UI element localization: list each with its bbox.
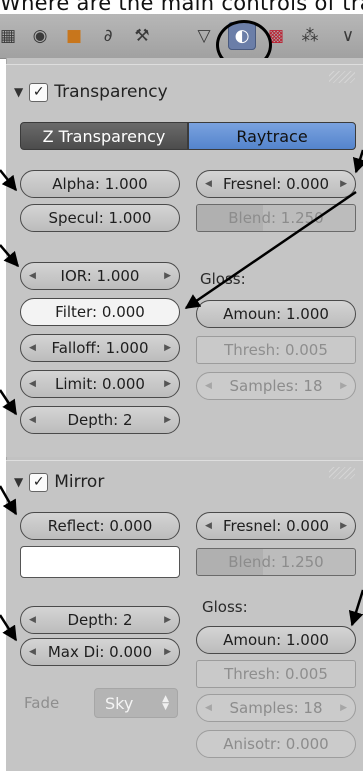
transparency-fresnel-field[interactable]: ◀ Fresnel: 0.000 ▶	[196, 170, 356, 198]
collapse-triangle-icon: ▼	[14, 85, 24, 99]
transparency-header[interactable]: ▼ ✓ Transparency	[14, 80, 168, 104]
mirror-color-swatch[interactable]	[20, 546, 180, 578]
mirror-gloss-anisotropy-value: Anisotr: 0.000	[223, 735, 329, 753]
mirror-blend-slider[interactable]: Blend: 1.250	[196, 548, 356, 576]
alpha-field[interactable]: Alpha: 1.000	[20, 170, 180, 198]
specular-value: Specul: 1.000	[48, 209, 152, 227]
mirror-gloss-label: Gloss:	[202, 598, 248, 616]
physics-icon[interactable]: ∨	[334, 22, 362, 50]
object-icon[interactable]: ■	[60, 22, 88, 50]
transparency-depth-value: Depth: 2	[67, 411, 133, 429]
increment-arrow-icon[interactable]: ▶	[164, 271, 171, 281]
decrement-arrow-icon[interactable]: ◀	[205, 179, 212, 189]
transparency-gloss-label: Gloss:	[200, 270, 246, 288]
properties-context-toolbar: ▦ ◉ ■ ∂ ⚒ ▽ ◐ ▩ ⁂ ∨	[0, 14, 363, 70]
world-icon[interactable]: ◉	[26, 22, 54, 50]
panel-grip[interactable]	[329, 467, 355, 479]
updown-arrows-icon: ▲ ▼	[162, 694, 169, 712]
transparency-gloss-samples-field: ◀ Samples: 18 ▶	[196, 372, 356, 400]
transparency-gloss-threshold-field: Thresh: 0.005	[196, 336, 356, 364]
mirror-blend-value: Blend: 1.250	[228, 553, 324, 571]
transparency-gloss-threshold-value: Thresh: 0.005	[224, 341, 328, 359]
panel-grip[interactable]	[329, 71, 355, 83]
decrement-arrow-icon[interactable]: ◀	[29, 343, 36, 353]
mirror-fresnel-field[interactable]: ◀ Fresnel: 0.000 ▶	[196, 512, 356, 540]
reflect-value: Reflect: 0.000	[47, 517, 153, 535]
max-distance-value: Max Di: 0.000	[47, 643, 153, 661]
raytrace-button[interactable]: Raytrace	[188, 122, 356, 150]
increment-arrow-icon: ▶	[340, 381, 347, 391]
filter-field[interactable]: Filter: 0.000	[20, 298, 180, 326]
transparency-gloss-amount-value: Amoun: 1.000	[223, 305, 329, 323]
z-transparency-button[interactable]: Z Transparency	[20, 122, 188, 150]
transparency-blend-value: Blend: 1.250	[228, 209, 324, 227]
increment-arrow-icon[interactable]: ▶	[164, 379, 171, 389]
increment-arrow-icon[interactable]: ▶	[340, 179, 347, 189]
collapse-triangle-icon: ▼	[14, 475, 24, 489]
transparency-checkbox[interactable]: ✓	[29, 82, 49, 102]
render-layers-icon[interactable]: ▦	[0, 22, 22, 50]
mirror-gloss-amount-field[interactable]: Amoun: 1.000	[196, 626, 356, 654]
transparency-gloss-samples-value: Samples: 18	[229, 377, 323, 395]
mirror-gloss-threshold-field: Thresh: 0.005	[196, 660, 356, 688]
mirror-gloss-amount-value: Amoun: 1.000	[223, 631, 329, 649]
ior-field[interactable]: ◀ IOR: 1.000 ▶	[20, 262, 180, 290]
mirror-gloss-samples-value: Samples: 18	[229, 699, 323, 717]
fade-label: Fade	[24, 694, 60, 712]
mirror-title: Mirror	[54, 472, 105, 492]
increment-arrow-icon[interactable]: ▶	[340, 521, 347, 531]
transparency-fresnel-value: Fresnel: 0.000	[222, 175, 330, 193]
mirror-gloss-anisotropy-field: Anisotr: 0.000	[196, 730, 356, 758]
mirror-fresnel-value: Fresnel: 0.000	[222, 517, 330, 535]
increment-arrow-icon[interactable]: ▶	[164, 415, 171, 425]
mirror-gloss-threshold-value: Thresh: 0.005	[224, 665, 328, 683]
reflect-field[interactable]: Reflect: 0.000	[20, 512, 180, 540]
object-data-icon[interactable]: ▽	[190, 22, 218, 50]
caption-text: Where are the main controls of transpare…	[0, 0, 363, 13]
limit-field[interactable]: ◀ Limit: 0.000 ▶	[20, 370, 180, 398]
transparency-blend-slider[interactable]: Blend: 1.250	[196, 204, 356, 232]
max-distance-field[interactable]: ◀ Max Di: 0.000 ▶	[20, 638, 180, 666]
falloff-field[interactable]: ◀ Falloff: 1.000 ▶	[20, 334, 180, 362]
alpha-value: Alpha: 1.000	[52, 175, 148, 193]
decrement-arrow-icon: ◀	[205, 703, 212, 713]
modifiers-icon[interactable]: ⚒	[128, 22, 156, 50]
mirror-gloss-samples-field: ◀ Samples: 18 ▶	[196, 694, 356, 722]
decrement-arrow-icon: ◀	[205, 381, 212, 391]
limit-value: Limit: 0.000	[55, 375, 145, 393]
filter-value: Filter: 0.000	[55, 303, 145, 321]
decrement-arrow-icon[interactable]: ◀	[205, 521, 212, 531]
increment-arrow-icon[interactable]: ▶	[164, 647, 171, 657]
mirror-header[interactable]: ▼ ✓ Mirror	[14, 470, 104, 494]
mirror-checkbox[interactable]: ✓	[29, 472, 49, 492]
constraints-icon[interactable]: ∂	[94, 22, 122, 50]
increment-arrow-icon: ▶	[340, 703, 347, 713]
fade-value: Sky	[105, 693, 134, 713]
falloff-value: Falloff: 1.000	[51, 339, 149, 357]
transparency-depth-field[interactable]: ◀ Depth: 2 ▶	[20, 406, 180, 434]
mirror-depth-value: Depth: 2	[67, 611, 133, 629]
transparency-gloss-amount-field[interactable]: Amoun: 1.000	[196, 300, 356, 328]
particles-icon[interactable]: ⁂	[296, 22, 324, 50]
increment-arrow-icon[interactable]: ▶	[164, 615, 171, 625]
decrement-arrow-icon[interactable]: ◀	[29, 415, 36, 425]
mirror-depth-field[interactable]: ◀ Depth: 2 ▶	[20, 606, 180, 634]
fade-dropdown[interactable]: Sky ▲ ▼	[94, 688, 178, 718]
increment-arrow-icon[interactable]: ▶	[164, 343, 171, 353]
decrement-arrow-icon[interactable]: ◀	[29, 615, 36, 625]
decrement-arrow-icon[interactable]: ◀	[29, 379, 36, 389]
decrement-arrow-icon[interactable]: ◀	[29, 271, 36, 281]
specular-field[interactable]: Specul: 1.000	[20, 204, 180, 232]
decrement-arrow-icon[interactable]: ◀	[29, 647, 36, 657]
ior-value: IOR: 1.000	[60, 267, 140, 285]
transparency-title: Transparency	[54, 82, 168, 102]
